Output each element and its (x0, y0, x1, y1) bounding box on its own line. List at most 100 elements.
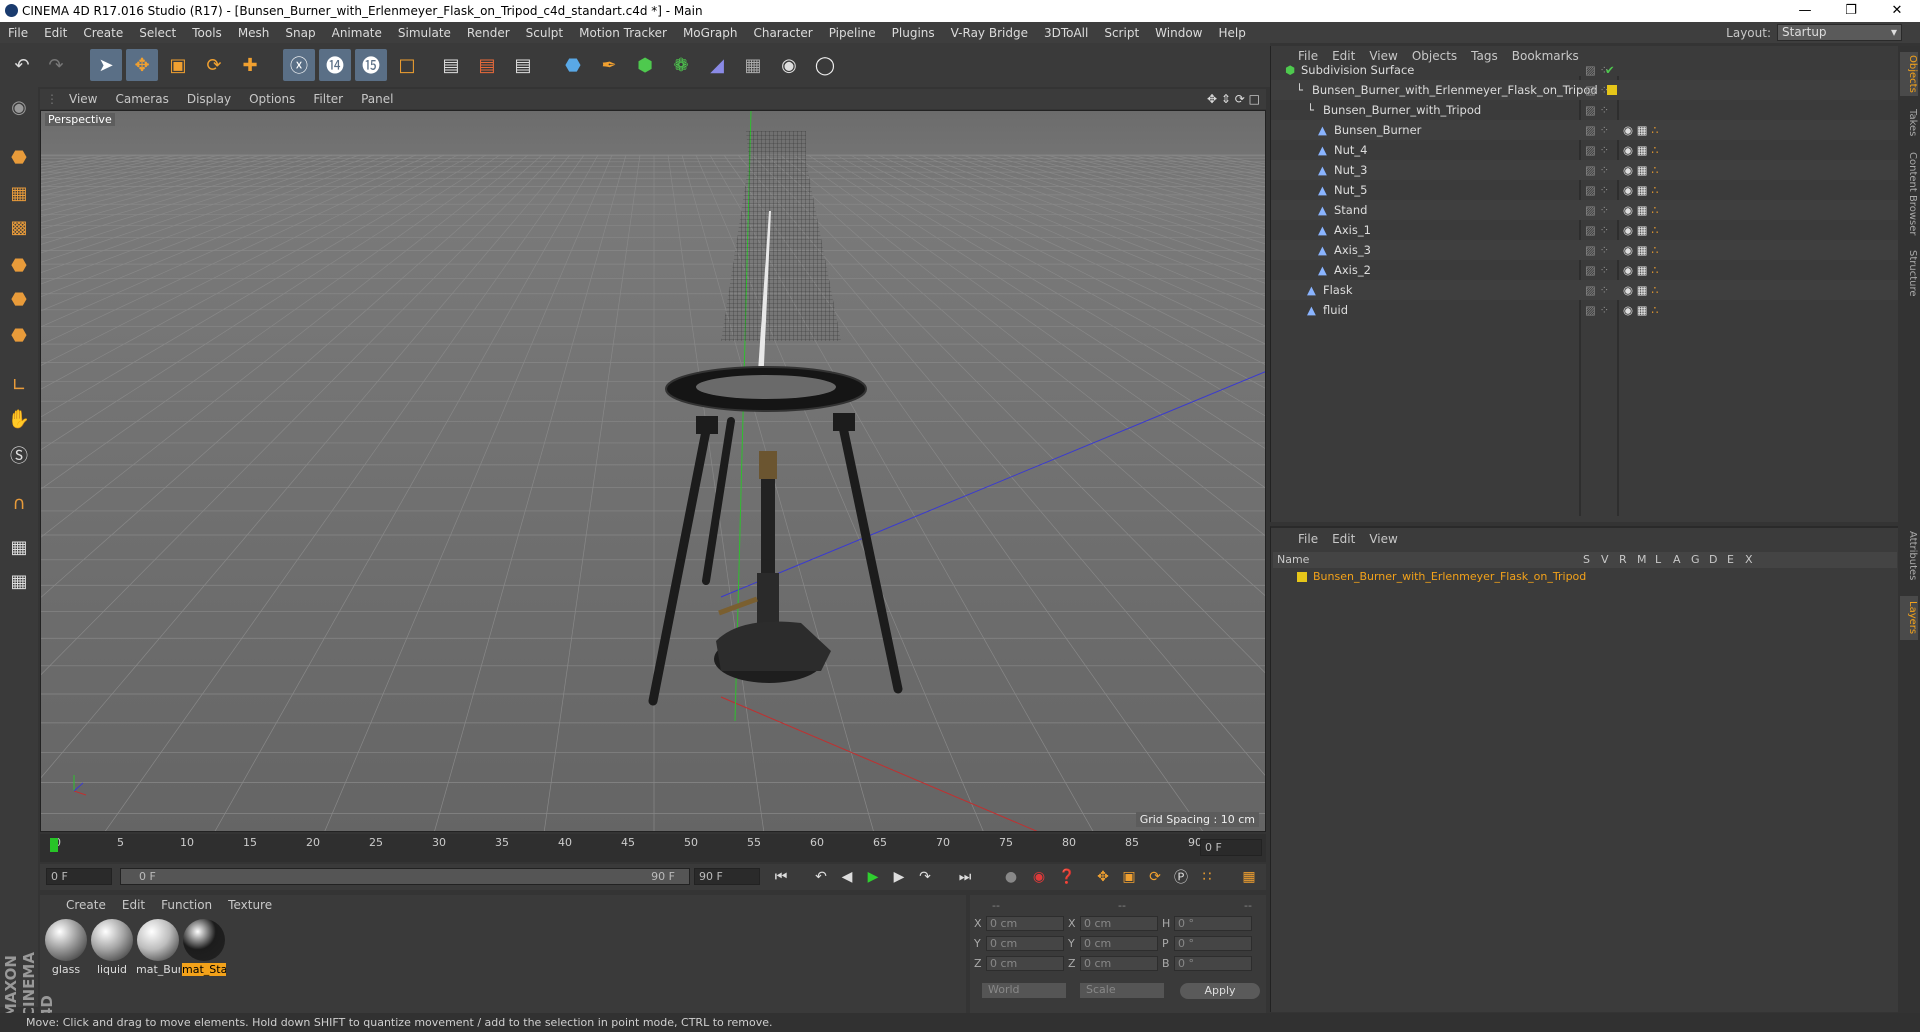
layer-menu-view[interactable]: View (1362, 532, 1404, 546)
cube-object-icon[interactable]: ⬣ (557, 49, 589, 81)
visibility-toggle-icon[interactable]: ▨ ⁘ (1585, 240, 1609, 260)
material-tags-icon[interactable]: ◉ ▦ ∴ (1623, 300, 1659, 320)
object-row[interactable]: ▲ Nut_3 ▨ ⁘ ◉ ▦ ∴ (1271, 160, 1899, 180)
key-pla-icon[interactable]: ∷ (1196, 866, 1218, 888)
tab-content-browser[interactable]: Content Browser (1900, 146, 1918, 242)
next-key-icon[interactable]: ↷ (914, 866, 936, 888)
menu-help[interactable]: Help (1210, 26, 1253, 40)
next-frame-icon[interactable]: ▶ (888, 866, 910, 888)
object-row[interactable]: ▲ Nut_4 ▨ ⁘ ◉ ▦ ∴ (1271, 140, 1899, 160)
object-row[interactable]: ▲ Nut_5 ▨ ⁘ ◉ ▦ ∴ (1271, 180, 1899, 200)
menu-mograph[interactable]: MoGraph (675, 26, 746, 40)
layer-col-a[interactable]: A (1673, 552, 1691, 568)
goto-start-icon[interactable]: ⏮ (770, 866, 792, 888)
material-swatch[interactable]: mat_Bur (136, 919, 180, 976)
timeline-window-icon[interactable]: ▦ (1238, 866, 1260, 888)
key-rotation-icon[interactable]: ⟳ (1144, 866, 1166, 888)
object-row[interactable]: ▲ Flask ▨ ⁘ ◉ ▦ ∴ (1271, 280, 1899, 300)
coord-field[interactable]: 0 cm (1080, 915, 1158, 931)
3d-viewport[interactable]: Perspective Grid Spacing : 10 cm (40, 110, 1266, 832)
visibility-toggle-icon[interactable]: ▨ ⁘ (1585, 160, 1609, 180)
layer-col-e[interactable]: E (1727, 552, 1745, 568)
layer-col-l[interactable]: L (1655, 552, 1673, 568)
deformer-icon[interactable]: ◢ (701, 49, 733, 81)
subdivision-surface-icon[interactable]: ⬢ (629, 49, 661, 81)
menu-motion-tracker[interactable]: Motion Tracker (571, 26, 675, 40)
floor-icon[interactable]: ▦ (737, 49, 769, 81)
material-tags-icon[interactable]: ◉ ▦ ∴ (1623, 200, 1659, 220)
object-row[interactable]: ⬢ Subdivision Surface ▨ ⁘ ✔ (1271, 60, 1899, 80)
coord-field[interactable]: 0 cm (1080, 955, 1158, 971)
layer-menu-file[interactable]: File (1291, 532, 1325, 546)
viewport-menu-display[interactable]: Display (178, 92, 240, 106)
object-row[interactable]: ▲ Stand ▨ ⁘ ◉ ▦ ∴ (1271, 200, 1899, 220)
object-row[interactable]: ▲ Axis_3 ▨ ⁘ ◉ ▦ ∴ (1271, 240, 1899, 260)
menu-window[interactable]: Window (1147, 26, 1210, 40)
spline-pen-icon[interactable]: ✒ (593, 49, 625, 81)
layout-selector[interactable]: Layout: Startup ▾ (1726, 24, 1902, 41)
select-tool-icon[interactable]: ➤ (90, 49, 122, 81)
viewport-menu-cameras[interactable]: Cameras (106, 92, 177, 106)
menu-3dtoall[interactable]: 3DToAll (1036, 26, 1096, 40)
material-menu-texture[interactable]: Texture (220, 898, 280, 912)
start-frame-field[interactable]: 0 F (46, 868, 112, 885)
menu-sculpt[interactable]: Sculpt (518, 26, 571, 40)
coord-field[interactable]: 0 ° (1174, 955, 1252, 971)
layer-col-r[interactable]: R (1619, 552, 1637, 568)
record-active-objects-icon[interactable]: ◉ (1028, 866, 1050, 888)
tweak-mode-icon[interactable]: ✋ (2, 403, 36, 435)
material-swatch[interactable]: liquid (90, 919, 134, 976)
object-row[interactable]: ▲ Axis_1 ▨ ⁘ ◉ ▦ ∴ (1271, 220, 1899, 240)
key-scale-icon[interactable]: ▣ (1118, 866, 1140, 888)
apply-button[interactable]: Apply (1180, 983, 1260, 999)
playhead[interactable] (50, 838, 58, 852)
menu-v-ray-bridge[interactable]: V-Ray Bridge (943, 26, 1036, 40)
coord-mode-dropdown[interactable]: Scale (1080, 983, 1164, 998)
menu-script[interactable]: Script (1096, 26, 1147, 40)
viewport-menu-options[interactable]: Options (240, 92, 304, 106)
menu-pipeline[interactable]: Pipeline (821, 26, 884, 40)
material-tags-icon[interactable]: ◉ ▦ ∴ (1623, 180, 1659, 200)
prev-frame-icon[interactable]: ◀ (836, 866, 858, 888)
visibility-toggle-icon[interactable]: ▨ ⁘ (1585, 220, 1609, 240)
light-icon[interactable]: ◯ (809, 49, 841, 81)
layer-row[interactable]: Bunsen_Burner_with_Erlenmeyer_Flask_on_T… (1273, 569, 1897, 585)
frame-range-slider[interactable]: 0 F 90 F (120, 868, 690, 885)
snap-icon[interactable]: Ⓢ (2, 439, 36, 471)
coord-field[interactable]: 0 cm (986, 935, 1064, 951)
make-editable-icon[interactable]: ◉ (2, 91, 36, 123)
z-axis-lock-icon[interactable]: ⓯ (355, 49, 387, 81)
layer-menu-edit[interactable]: Edit (1325, 532, 1362, 546)
scale-tool-icon[interactable]: ▣ (162, 49, 194, 81)
viewport-menu-panel[interactable]: Panel (352, 92, 402, 106)
transform-tool-icon[interactable]: ✚ (234, 49, 266, 81)
visibility-toggle-icon[interactable]: ▨ ⁘ (1585, 120, 1609, 140)
planar-workplane-icon[interactable]: ▦ (2, 565, 36, 597)
visibility-toggle-icon[interactable]: ▨ ⁘ (1585, 260, 1609, 280)
end-frame-field[interactable]: 90 F (694, 868, 760, 885)
menu-mesh[interactable]: Mesh (230, 26, 278, 40)
motion-record-icon[interactable]: ● (1000, 866, 1022, 888)
menu-select[interactable]: Select (131, 26, 184, 40)
polygons-mode-icon[interactable]: ⬣ (2, 319, 36, 351)
undo-icon[interactable]: ↶ (6, 49, 38, 81)
menu-file[interactable]: File (0, 26, 36, 40)
coord-field[interactable]: 0 ° (1174, 915, 1252, 931)
coord-field[interactable]: 0 cm (986, 915, 1064, 931)
tab-layers[interactable]: Layers (1900, 596, 1918, 640)
material-tags-icon[interactable]: ◉ ▦ ∴ (1623, 280, 1659, 300)
object-row[interactable]: └ Bunsen_Burner_with_Tripod ▨ ⁘ (1271, 100, 1899, 120)
points-mode-icon[interactable]: ⬣ (2, 249, 36, 281)
layer-col-g[interactable]: G (1691, 552, 1709, 568)
menu-edit[interactable]: Edit (36, 26, 75, 40)
visibility-toggle-icon[interactable]: ▨ ⁘ (1585, 300, 1609, 320)
goto-end-icon[interactable]: ⏭ (954, 866, 976, 888)
camera-icon[interactable]: ◉ (773, 49, 805, 81)
edges-mode-icon[interactable]: ⬣ (2, 283, 36, 315)
material-tags-icon[interactable]: ◉ ▦ ∴ (1623, 120, 1659, 140)
y-axis-lock-icon[interactable]: ⓮ (319, 49, 351, 81)
object-row[interactable]: ▲ fluid ▨ ⁘ ◉ ▦ ∴ (1271, 300, 1899, 320)
render-settings-icon[interactable]: ▤ (507, 49, 539, 81)
current-frame-field[interactable]: 0 F (1200, 839, 1262, 856)
x-axis-lock-icon[interactable]: ⓧ (283, 49, 315, 81)
